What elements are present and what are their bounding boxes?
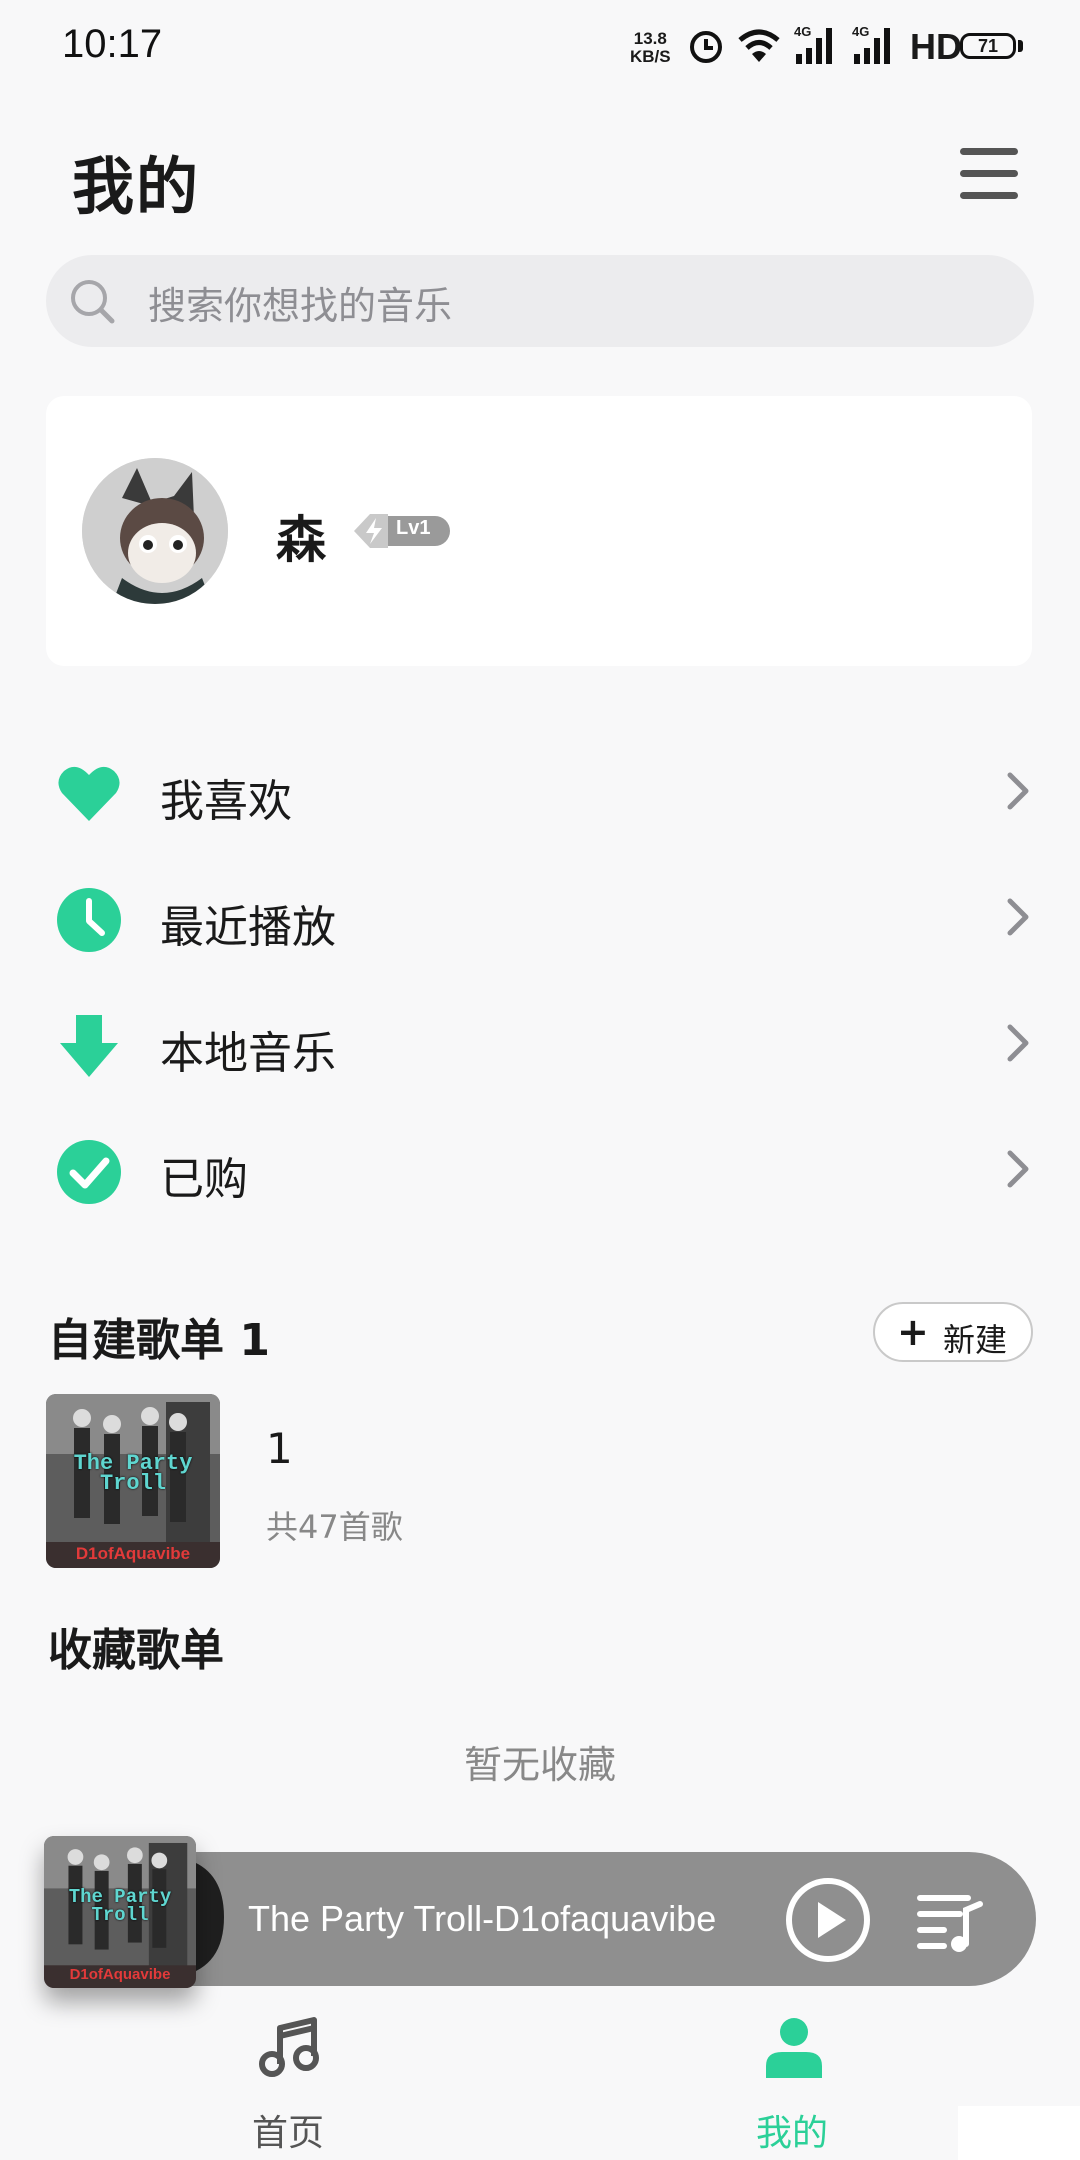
alarm-icon	[690, 31, 722, 63]
menu-label-local: 本地音乐	[160, 1028, 336, 1079]
tab-mine[interactable]: 我的	[662, 2000, 922, 2160]
battery-icon: 71	[960, 33, 1016, 59]
corner-patch	[958, 2106, 1080, 2160]
menu-item-favorites[interactable]: 我喜欢	[46, 735, 1036, 845]
signal-icon-2: 4G	[852, 24, 900, 66]
mini-cover-title: The Party Troll	[68, 1886, 172, 1926]
playlist-item[interactable]: The Party Troll D1ofAquavibe 1 共47首歌	[46, 1394, 1036, 1570]
tab-home-label: 首页	[251, 2113, 324, 2154]
avatar[interactable]	[82, 458, 228, 604]
cover-title: The Party Troll	[73, 1451, 193, 1496]
clock-icon	[57, 888, 121, 952]
level-badge: Lv1	[352, 512, 488, 550]
plus-icon: +	[897, 1310, 929, 1354]
network-speed-value: 13.8	[633, 29, 667, 48]
battery-tip	[1018, 40, 1023, 52]
tab-mine-label: 我的	[755, 2113, 828, 2154]
profile-card[interactable]: 森 Lv1	[46, 396, 1032, 666]
self-playlists-header: 自建歌单 1	[48, 1315, 270, 1366]
playlist-queue-icon[interactable]	[916, 1886, 986, 1956]
search-bar[interactable]: 搜索你想找的音乐	[46, 255, 1034, 347]
search-icon	[71, 280, 115, 324]
network-speed: 13.8 KB/S	[630, 30, 671, 66]
playlist-name: 1	[266, 1424, 293, 1473]
page-title: 我的	[72, 150, 201, 223]
hd-label: HD	[910, 26, 962, 67]
play-icon[interactable]	[784, 1876, 872, 1964]
heart-icon	[58, 766, 120, 821]
battery-level: 71	[977, 36, 999, 56]
hamburger-menu-icon[interactable]	[956, 144, 1022, 204]
music-note-icon	[259, 2017, 319, 2077]
cover-artist: D1ofAquavibe	[75, 1544, 191, 1563]
status-time: 10:17	[62, 22, 163, 66]
avatar-image	[82, 458, 228, 604]
chevron-right-icon	[1007, 1024, 1029, 1062]
network-speed-unit: KB/S	[630, 47, 671, 66]
bottom-nav: 首页 我的	[0, 2000, 1080, 2160]
menu-item-local[interactable]: 本地音乐	[46, 987, 1036, 1097]
download-arrow-icon	[60, 1015, 118, 1077]
menu-label-favorites: 我喜欢	[160, 776, 292, 827]
menu-label-recent: 最近播放	[160, 902, 336, 953]
signal-2-label: 4G	[852, 24, 870, 39]
favorite-empty-text: 暂无收藏	[463, 1743, 616, 1787]
new-playlist-button[interactable]: + 新建	[873, 1302, 1033, 1362]
favorite-playlists-header: 收藏歌单	[48, 1625, 224, 1676]
user-icon	[766, 2018, 822, 2078]
wifi-icon	[738, 29, 780, 62]
signal-1-label: 4G	[794, 24, 812, 39]
chevron-right-icon	[1007, 898, 1029, 936]
chevron-right-icon	[1007, 1150, 1029, 1188]
level-text: Lv1	[396, 517, 431, 539]
tab-home[interactable]: 首页	[158, 2000, 418, 2160]
username: 森	[276, 511, 326, 569]
new-playlist-label: 新建	[943, 1321, 1008, 1359]
menu-label-purchased: 已购	[160, 1154, 248, 1205]
menu-item-purchased[interactable]: 已购	[46, 1113, 1036, 1223]
now-playing-cover[interactable]: The Party Troll D1ofAquavibe	[44, 1836, 196, 1988]
search-placeholder: 搜索你想找的音乐	[148, 284, 453, 328]
now-playing-title[interactable]: The Party Troll-D1ofaquavibe	[248, 1898, 716, 1940]
check-circle-icon	[57, 1140, 121, 1204]
signal-icon-1: 4G	[794, 24, 842, 66]
playlist-count: 共47首歌	[266, 1508, 403, 1546]
playlist-cover: The Party Troll D1ofAquavibe	[46, 1394, 220, 1568]
menu-item-recent[interactable]: 最近播放	[46, 861, 1036, 971]
status-bar: 10:17 13.8 KB/S 4G 4G HD 71	[0, 0, 1080, 96]
mini-cover-artist: D1ofAquavibe	[69, 1966, 171, 1983]
chevron-right-icon	[1007, 772, 1029, 810]
